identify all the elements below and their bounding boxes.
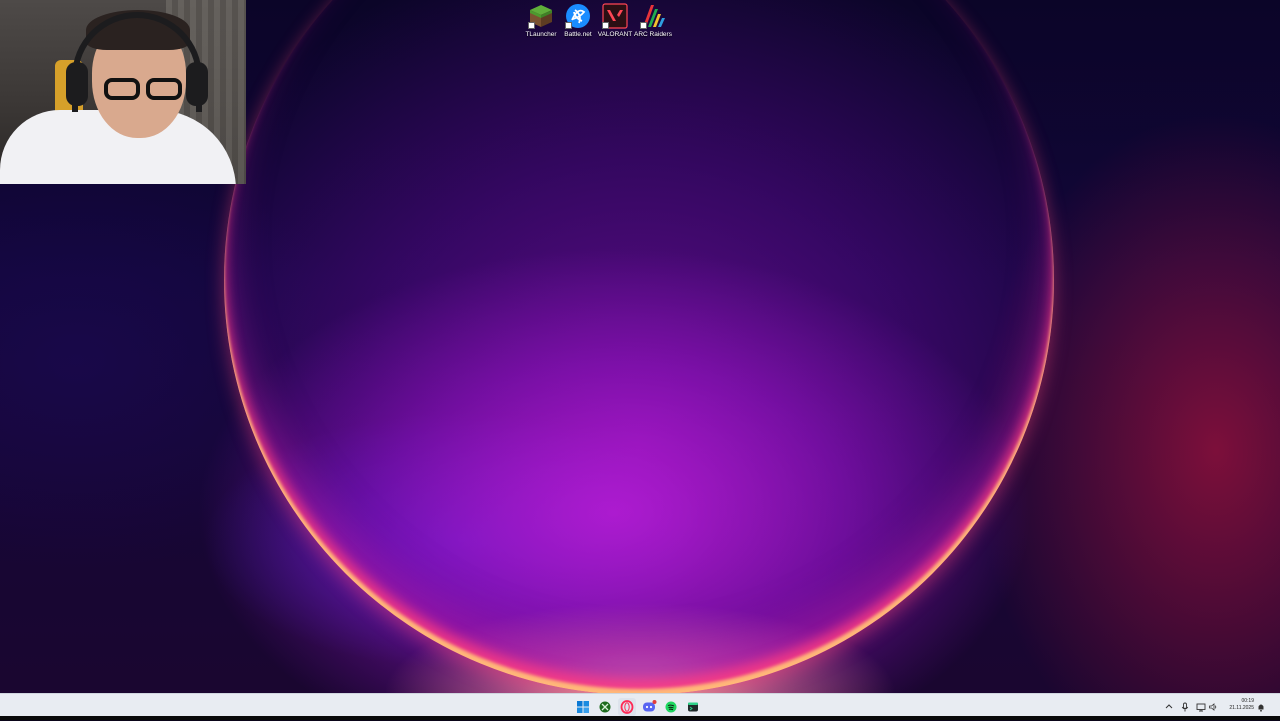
webcam-headset-right-cup [186,62,208,106]
shortcut-arrow-icon [565,22,572,29]
webcam-glasses-lens-left [104,78,140,100]
webcam-overlay [0,0,246,184]
clock-date: 21.11.2025 [1229,705,1254,711]
notification-bell-icon[interactable] [1256,701,1266,713]
wallpaper-orb-rim [224,0,1054,693]
volume-icon[interactable] [1208,701,1218,713]
taskbar-clock[interactable]: 00:19 21.11.2025 [1224,698,1254,712]
taskbar-opera-gx-browser[interactable] [618,698,636,719]
webcam-glasses-lens-right [146,78,182,100]
webcam-headset-left-cup [66,62,88,106]
taskbar-spotify-app[interactable] [662,698,680,719]
taskbar-xbox-app[interactable] [596,698,614,716]
shortcut-arrow-icon [602,22,609,29]
valorant-icon [602,3,628,29]
desktop-shortcut-label: ARC Raiders [634,31,672,38]
arc-raiders-icon [640,3,666,29]
screen-bottom-edge [0,716,1280,720]
webcam-glasses [100,78,188,102]
desktop-wallpaper: TLauncher Battle.net VALORANT ARC Raider… [0,0,1280,693]
battlenet-icon [565,3,591,29]
desktop-shortcut-arc-raiders[interactable]: ARC Raiders [633,3,673,39]
clock-time: 00:19 [1241,698,1254,704]
chevron-up-icon[interactable] [1164,701,1174,713]
start-button[interactable] [574,698,592,716]
microphone-icon[interactable] [1180,701,1190,713]
wallpaper-orb [224,0,1054,693]
taskbar-discord-app[interactable] [640,698,658,719]
tlauncher-grass-block-icon [528,3,554,29]
shortcut-arrow-icon [528,22,535,29]
shortcut-arrow-icon [640,22,647,29]
network-icon[interactable] [1196,701,1206,713]
taskbar-terminal-app[interactable] [684,698,702,719]
